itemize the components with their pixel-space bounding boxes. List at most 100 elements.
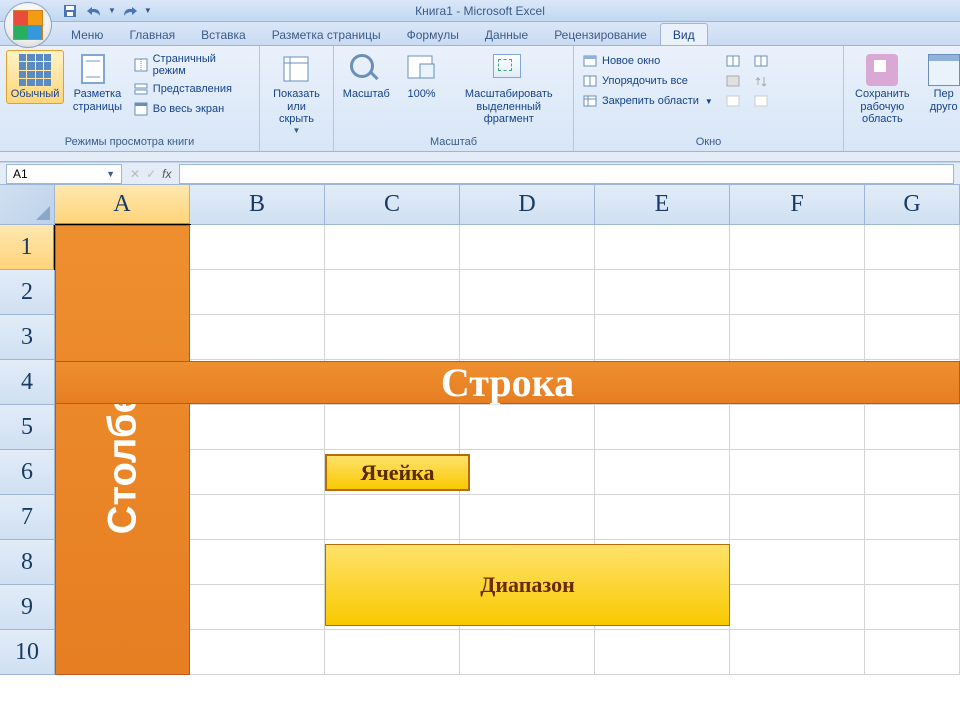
office-button[interactable] (4, 2, 52, 48)
cell-B10[interactable] (190, 630, 325, 675)
cell-G2[interactable] (865, 270, 960, 315)
custom-views-button[interactable]: Представления (131, 80, 253, 98)
cell-E5[interactable] (595, 405, 730, 450)
hide-button[interactable] (723, 72, 743, 90)
row-header-6[interactable]: 6 (0, 450, 55, 495)
cell-C1[interactable] (325, 225, 460, 270)
cell-G1[interactable] (865, 225, 960, 270)
column-header-C[interactable]: C (325, 185, 460, 225)
freeze-panes-button[interactable]: Закрепить области ▼ (580, 92, 715, 110)
name-box[interactable]: A1 ▼ (6, 164, 122, 184)
cell-G8[interactable] (865, 540, 960, 585)
cell-B1[interactable] (190, 225, 325, 270)
cell-E2[interactable] (595, 270, 730, 315)
tab-pagelayout[interactable]: Разметка страницы (259, 23, 394, 45)
row-header-7[interactable]: 7 (0, 495, 55, 540)
row-header-2[interactable]: 2 (0, 270, 55, 315)
tab-insert[interactable]: Вставка (188, 23, 259, 45)
column-header-G[interactable]: G (865, 185, 960, 225)
zoom-to-selection-button[interactable]: Масштабировать выделенный фрагмент (451, 50, 567, 129)
zoom-100-button[interactable]: 100% (397, 50, 447, 104)
cell-D3[interactable] (460, 315, 595, 360)
zoom-button[interactable]: Масштаб (340, 50, 393, 104)
tab-formulas[interactable]: Формулы (394, 23, 472, 45)
cell-D1[interactable] (460, 225, 595, 270)
cell-G5[interactable] (865, 405, 960, 450)
cell-C3[interactable] (325, 315, 460, 360)
cell-C10[interactable] (325, 630, 460, 675)
pagebreak-preview-button[interactable]: Страничный режим (131, 52, 253, 78)
fullscreen-button[interactable]: Во весь экран (131, 100, 253, 118)
cell-B9[interactable] (190, 585, 325, 630)
row-header-10[interactable]: 10 (0, 630, 55, 675)
cell-C5[interactable] (325, 405, 460, 450)
view-side-by-side-button[interactable] (751, 52, 771, 70)
switch-windows-button[interactable]: Пер друго (919, 50, 960, 116)
cell-B8[interactable] (190, 540, 325, 585)
fx-icon[interactable]: fx (162, 167, 171, 181)
tab-home[interactable]: Главная (116, 23, 188, 45)
row-header-1[interactable]: 1 (0, 225, 55, 270)
cell-F8[interactable] (730, 540, 865, 585)
cell-F1[interactable] (730, 225, 865, 270)
split-button[interactable] (723, 52, 743, 70)
accept-formula-icon[interactable]: ✓ (146, 167, 156, 181)
cell-F10[interactable] (730, 630, 865, 675)
tab-view[interactable]: Вид (660, 23, 708, 45)
tab-menu[interactable]: Меню (58, 23, 116, 45)
show-hide-button[interactable]: Показать или скрыть ▼ (266, 50, 327, 138)
normal-view-button[interactable]: Обычный (6, 50, 64, 104)
tab-review[interactable]: Рецензирование (541, 23, 660, 45)
cell-E7[interactable] (595, 495, 730, 540)
column-header-F[interactable]: F (730, 185, 865, 225)
column-header-D[interactable]: D (460, 185, 595, 225)
column-header-E[interactable]: E (595, 185, 730, 225)
select-all-corner[interactable] (0, 185, 55, 225)
cell-B7[interactable] (190, 495, 325, 540)
cell-B2[interactable] (190, 270, 325, 315)
worksheet-grid[interactable]: ABCDEFG12345678910СтолбецСтрокаЯчейкаДиа… (0, 185, 960, 675)
cell-D10[interactable] (460, 630, 595, 675)
cell-G7[interactable] (865, 495, 960, 540)
cell-G3[interactable] (865, 315, 960, 360)
formula-input[interactable] (179, 164, 954, 184)
row-header-5[interactable]: 5 (0, 405, 55, 450)
cell-F7[interactable] (730, 495, 865, 540)
cell-F3[interactable] (730, 315, 865, 360)
cell-E1[interactable] (595, 225, 730, 270)
cell-F5[interactable] (730, 405, 865, 450)
reset-position-button[interactable] (751, 92, 771, 110)
cell-D6[interactable] (460, 450, 595, 495)
sync-scroll-button[interactable] (751, 72, 771, 90)
chevron-down-icon[interactable]: ▼ (106, 169, 115, 179)
cell-C2[interactable] (325, 270, 460, 315)
arrange-all-button[interactable]: Упорядочить все (580, 72, 715, 90)
cell-G10[interactable] (865, 630, 960, 675)
row-header-4[interactable]: 4 (0, 360, 55, 405)
cell-F6[interactable] (730, 450, 865, 495)
column-header-B[interactable]: B (190, 185, 325, 225)
column-header-A[interactable]: A (55, 185, 190, 225)
cell-B6[interactable] (190, 450, 325, 495)
row-header-9[interactable]: 9 (0, 585, 55, 630)
cell-D2[interactable] (460, 270, 595, 315)
cell-E3[interactable] (595, 315, 730, 360)
row-header-3[interactable]: 3 (0, 315, 55, 360)
cell-D5[interactable] (460, 405, 595, 450)
cell-E6[interactable] (595, 450, 730, 495)
cell-B5[interactable] (190, 405, 325, 450)
cell-G9[interactable] (865, 585, 960, 630)
cell-F2[interactable] (730, 270, 865, 315)
tab-data[interactable]: Данные (472, 23, 541, 45)
cell-G6[interactable] (865, 450, 960, 495)
save-workspace-button[interactable]: Сохранить рабочую область (850, 50, 915, 129)
cell-C7[interactable] (325, 495, 460, 540)
cell-E10[interactable] (595, 630, 730, 675)
cancel-formula-icon[interactable]: ✕ (130, 167, 140, 181)
row-header-8[interactable]: 8 (0, 540, 55, 585)
page-layout-button[interactable]: Разметка страницы (68, 50, 127, 116)
unhide-button[interactable] (723, 92, 743, 110)
cell-F9[interactable] (730, 585, 865, 630)
cell-D7[interactable] (460, 495, 595, 540)
new-window-button[interactable]: Новое окно (580, 52, 715, 70)
